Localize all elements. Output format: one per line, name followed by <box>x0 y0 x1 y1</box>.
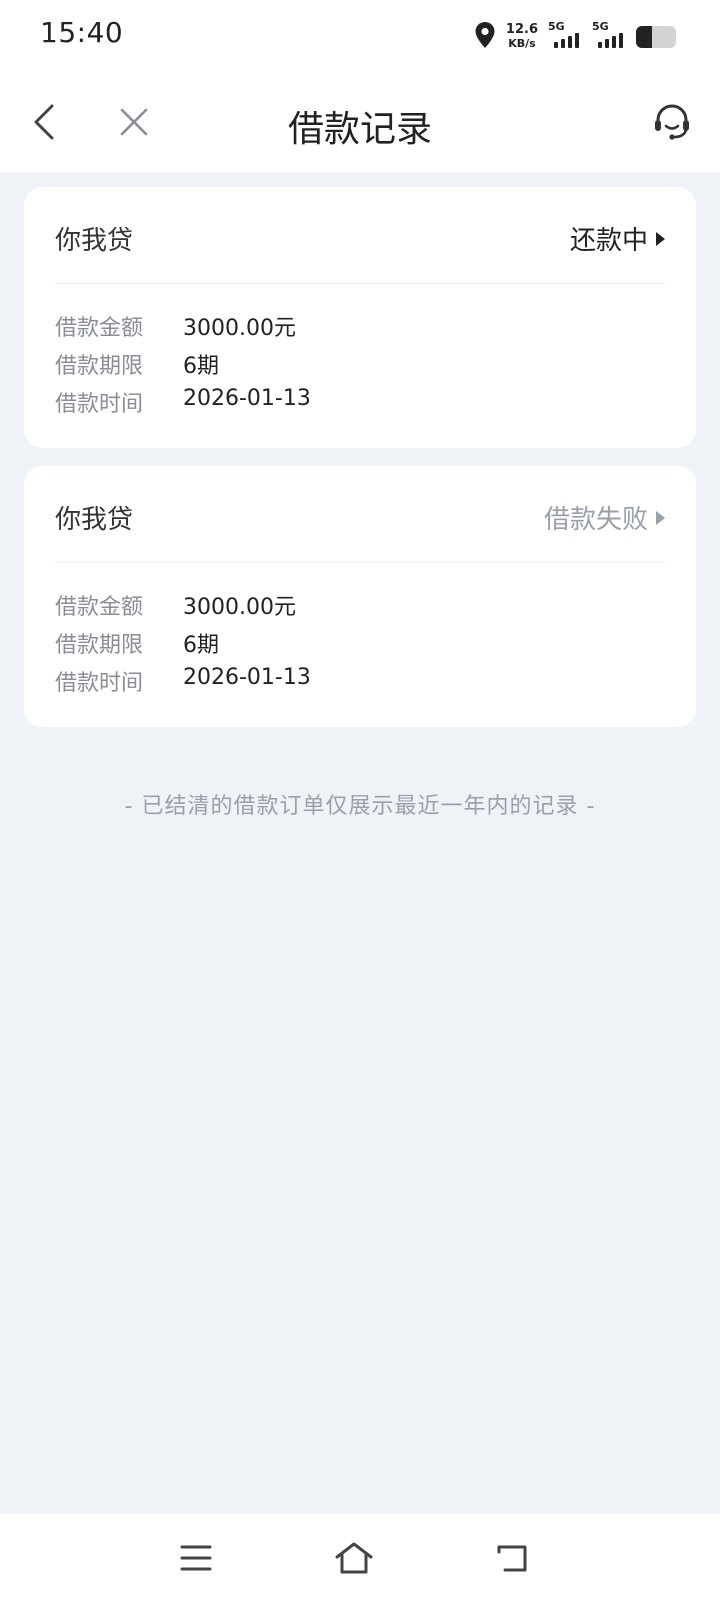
network-speed-value: 12.6 <box>505 22 538 37</box>
app-header: 借款记录 <box>0 72 720 172</box>
loan-status-button[interactable]: 还款中 <box>570 220 665 257</box>
status-time: 15:40 <box>40 16 124 49</box>
loan-card-header: 你我贷 借款失败 <box>55 466 665 563</box>
loan-date-label: 借款时间 <box>55 671 144 696</box>
loan-amount-row: 借款金额 3000.00元 <box>55 310 296 342</box>
loan-card[interactable]: 你我贷 借款失败 借款金额 3000.00元 借款期限 6期 借款时间 2026… <box>24 466 696 727</box>
loan-card-header: 你我贷 还款中 <box>55 187 665 284</box>
location-icon <box>474 21 496 53</box>
loan-term-row: 借款期限 6期 <box>55 627 219 659</box>
signal-icon-sim2: 5G <box>592 20 626 52</box>
sim1-label: 5G <box>548 20 565 33</box>
caret-right-icon <box>656 231 665 246</box>
battery-icon <box>636 26 676 48</box>
loan-term-value: 6期 <box>183 354 219 379</box>
loan-term-label: 借款期限 <box>55 354 144 379</box>
loan-date-value: 2026-01-13 <box>183 386 311 411</box>
headset-icon <box>655 104 689 140</box>
signal-icon-sim1: 5G <box>548 20 582 52</box>
back-nav-button[interactable] <box>488 1534 536 1582</box>
home-icon <box>335 1542 373 1574</box>
loan-card[interactable]: 你我贷 还款中 借款金额 3000.00元 借款期限 6期 借款时间 2026-… <box>24 187 696 448</box>
loan-amount-value: 3000.00元 <box>183 595 296 620</box>
loan-status-button[interactable]: 借款失败 <box>544 499 665 536</box>
menu-icon <box>180 1545 212 1571</box>
back-icon <box>497 1545 527 1572</box>
home-button[interactable] <box>330 1534 378 1582</box>
loan-amount-label: 借款金额 <box>55 595 144 620</box>
sim2-label: 5G <box>592 20 609 33</box>
loan-term-value: 6期 <box>183 633 219 658</box>
status-icons: 12.6 KB/s 5G 5G <box>474 20 676 54</box>
loan-amount-label: 借款金额 <box>55 316 144 341</box>
loan-term-row: 借款期限 6期 <box>55 348 219 380</box>
network-speed: 12.6 KB/s <box>506 23 538 51</box>
loan-amount-row: 借款金额 3000.00元 <box>55 589 296 621</box>
recent-apps-button[interactable] <box>172 1534 220 1582</box>
loan-term-label: 借款期限 <box>55 633 144 658</box>
loan-status-label: 还款中 <box>569 226 648 256</box>
loan-date-label: 借款时间 <box>55 392 144 417</box>
records-footnote: - 已结清的借款订单仅展示最近一年内的记录 - <box>124 794 596 819</box>
loan-date-row: 借款时间 2026-01-13 <box>55 386 311 418</box>
caret-right-icon <box>656 510 665 525</box>
loan-product-name: 你我贷 <box>55 226 134 256</box>
loan-date-value: 2026-01-13 <box>183 665 311 690</box>
customer-service-button[interactable] <box>648 98 696 146</box>
loan-product-name: 你我贷 <box>55 505 134 535</box>
system-nav-bar <box>0 1514 720 1600</box>
loan-amount-value: 3000.00元 <box>183 316 296 341</box>
page-title: 借款记录 <box>287 109 432 150</box>
loan-status-label: 借款失败 <box>543 505 648 535</box>
status-bar: 15:40 12.6 KB/s 5G 5G <box>0 0 720 72</box>
network-speed-unit: KB/s <box>508 37 536 50</box>
loan-date-row: 借款时间 2026-01-13 <box>55 665 311 697</box>
